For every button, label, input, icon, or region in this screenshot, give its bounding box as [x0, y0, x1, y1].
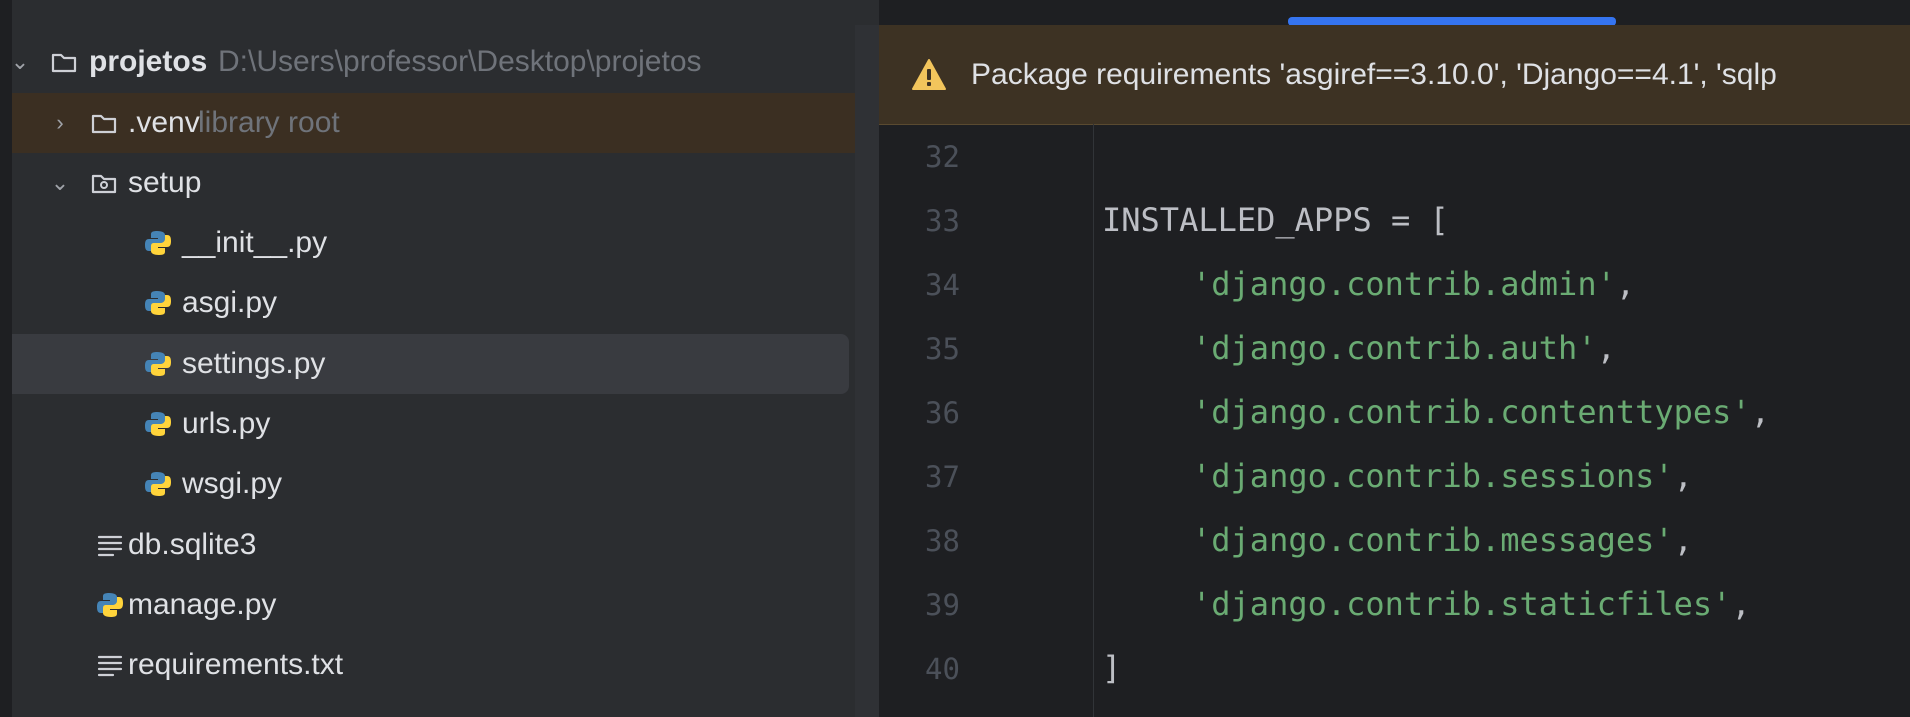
string-literal: 'django.contrib.contenttypes'	[1192, 393, 1751, 431]
python-file-icon	[145, 291, 171, 315]
file-name: requirements.txt	[128, 648, 344, 681]
package-requirements-banner: Package requirements 'asgiref==3.10.0', …	[879, 25, 1910, 125]
comma: ,	[1750, 393, 1770, 431]
tree-item-venv[interactable]: › .venv library root	[12, 93, 855, 153]
tree-item-asgi-py[interactable]: asgi.py	[12, 273, 855, 333]
code-line[interactable]: 'django.contrib.sessions',	[1192, 457, 1693, 495]
code-line[interactable]: 'django.contrib.messages',	[1192, 521, 1693, 559]
gutter-separator	[1093, 124, 1094, 717]
tree-item-settings-py[interactable]: settings.py	[12, 334, 849, 394]
project-tool-window: ⌄ projetos D:\Users\professor\Desktop\pr…	[0, 0, 879, 717]
code-editor[interactable]: Package requirements 'asgiref==3.10.0', …	[879, 0, 1910, 717]
package-folder-icon	[91, 174, 117, 194]
string-literal: 'django.contrib.sessions'	[1192, 457, 1674, 495]
python-file-icon	[145, 412, 171, 436]
code-line[interactable]: INSTALLED_APPS = [	[1102, 201, 1449, 239]
file-name: urls.py	[182, 407, 271, 440]
file-name: manage.py	[128, 588, 277, 621]
line-number: 40	[925, 652, 960, 686]
string-literal: 'django.contrib.admin'	[1192, 265, 1616, 303]
line-number: 37	[925, 460, 960, 494]
string-literal: 'django.contrib.staticfiles'	[1192, 585, 1732, 623]
tree-item-wsgi-py[interactable]: wsgi.py	[12, 454, 855, 514]
code-line[interactable]: 'django.contrib.auth',	[1192, 329, 1616, 367]
comma: ,	[1615, 265, 1636, 303]
python-file-icon	[145, 472, 171, 496]
comma: ,	[1731, 585, 1751, 623]
tree-item-projetos[interactable]: ⌄ projetos D:\Users\professor\Desktop\pr…	[11, 32, 855, 92]
file-name: db.sqlite3	[128, 528, 257, 561]
tree-bottom-cutoff	[12, 707, 855, 717]
setup-name: setup	[128, 166, 202, 199]
line-number: 34	[925, 268, 960, 302]
line-number: 38	[925, 524, 960, 558]
chevron-right-icon[interactable]: ›	[48, 110, 72, 135]
chevron-down-icon[interactable]: ⌄	[48, 170, 72, 195]
python-file-icon	[145, 231, 171, 255]
tree-item-requirements-txt[interactable]: requirements.txt	[12, 635, 855, 695]
line-number: 36	[925, 396, 960, 430]
code-line[interactable]: 'django.contrib.staticfiles',	[1192, 585, 1751, 623]
tree-item-db-sqlite3[interactable]: db.sqlite3	[12, 515, 855, 575]
python-file-icon	[97, 593, 123, 617]
line-number: 39	[925, 588, 960, 622]
comma: ,	[1673, 521, 1693, 559]
code-line[interactable]: ]	[1102, 649, 1121, 687]
tree-item-manage-py[interactable]: manage.py	[12, 575, 855, 635]
line-number: 35	[925, 332, 960, 366]
tree-item-urls-py[interactable]: urls.py	[12, 394, 855, 454]
project-root-path: D:\Users\professor\Desktop\projetos	[218, 45, 702, 78]
folder-icon	[91, 114, 117, 134]
project-root-name: projetos	[89, 45, 208, 78]
tree-item-setup[interactable]: ⌄ setup	[12, 153, 855, 213]
tree-item-init-py[interactable]: __init__.py	[12, 213, 855, 273]
tool-window-edge	[0, 0, 12, 717]
warning-icon	[912, 58, 946, 90]
folder-icon	[51, 53, 77, 73]
comma: ,	[1673, 457, 1693, 495]
text-file-icon	[97, 655, 123, 677]
code-line[interactable]: 'django.contrib.admin',	[1192, 265, 1635, 303]
line-number: 32	[925, 140, 960, 174]
banner-message: Package requirements 'asgiref==3.10.0', …	[971, 57, 1777, 91]
panel-divider[interactable]	[855, 25, 879, 717]
chevron-down-icon[interactable]: ⌄	[8, 49, 32, 74]
venv-hint: library root	[198, 106, 340, 139]
text-file-icon	[97, 535, 123, 557]
string-literal: 'django.contrib.auth'	[1192, 329, 1597, 367]
venv-name: .venv	[128, 106, 200, 139]
comma: ,	[1596, 329, 1616, 367]
file-name: __init__.py	[182, 226, 328, 259]
file-name: wsgi.py	[182, 467, 283, 500]
line-number: 33	[925, 204, 960, 238]
string-literal: 'django.contrib.messages'	[1192, 521, 1674, 559]
code-line[interactable]: 'django.contrib.contenttypes',	[1192, 393, 1770, 431]
file-name: asgi.py	[182, 286, 278, 319]
python-file-icon	[145, 352, 171, 376]
file-name: settings.py	[182, 347, 326, 380]
